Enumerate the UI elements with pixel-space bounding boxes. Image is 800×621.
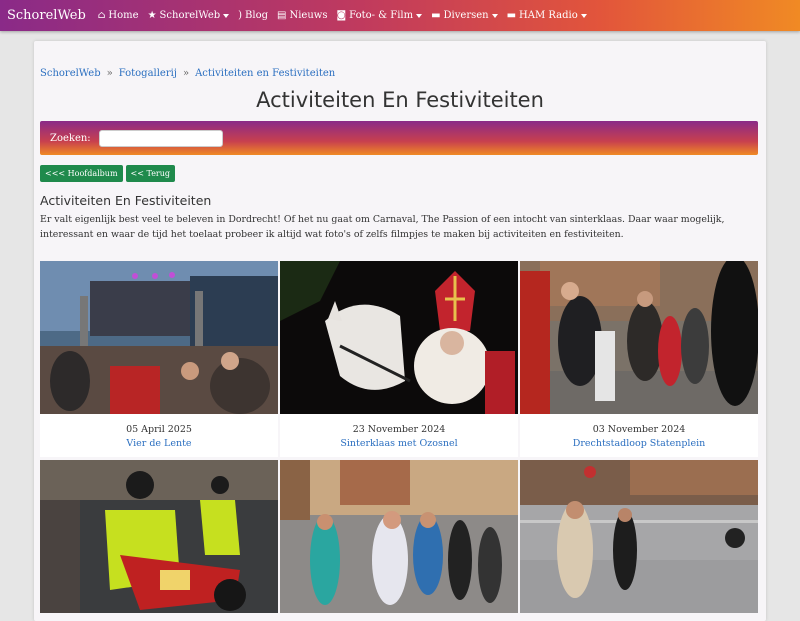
breadcrumb-item-gallery[interactable]: Fotogallerij — [119, 68, 177, 79]
album-card[interactable] — [520, 460, 758, 613]
caret-down-icon — [223, 13, 230, 18]
caret-down-icon — [580, 13, 587, 18]
album-card[interactable]: 03 November 2024 Drechtstadloop Statenpl… — [520, 261, 758, 457]
section-title: Activiteiten En Festiviteiten — [40, 193, 212, 208]
album-title-link[interactable]: Vier de Lente — [40, 438, 278, 449]
album-card-body: 03 November 2024 Drechtstadloop Statenpl… — [520, 414, 758, 457]
album-thumbnail[interactable] — [280, 261, 518, 414]
page-title: Activiteiten En Festiviteiten — [256, 88, 544, 112]
album-card[interactable]: 05 April 2025 Vier de Lente — [40, 261, 278, 457]
nav-diversen-label: Diversen — [443, 10, 489, 21]
album-card[interactable]: 23 November 2024 Sinterklaas met Ozosnel — [280, 261, 518, 457]
nav-blog[interactable]: ) Blog — [238, 10, 268, 21]
album-thumbnail[interactable] — [520, 460, 758, 613]
caret-down-icon — [491, 13, 498, 18]
nav-ham-radio-label: HAM Radio — [519, 10, 578, 21]
nav-foto-film-label: Foto- & Film — [349, 10, 414, 21]
nav-blog-label: Blog — [245, 10, 269, 21]
star-icon: ★ — [147, 10, 157, 21]
rss-icon: ) — [238, 10, 243, 21]
album-date: 23 November 2024 — [352, 424, 446, 435]
nav-home-label: Home — [108, 10, 139, 21]
folder-icon: ▬ — [431, 10, 441, 21]
camera-icon: ◙ — [336, 10, 347, 21]
search-bar: Zoeken: — [40, 121, 758, 155]
album-title-link[interactable]: Sinterklaas met Ozosnel — [280, 438, 518, 449]
folder-icon: ▬ — [506, 10, 517, 21]
main-container: SchorelWeb » Fotogallerij » Activiteiten en … — [34, 41, 766, 621]
album-card-body: 23 November 2024 Sinterklaas met Ozosnel — [280, 414, 518, 457]
album-date: 03 November 2024 — [592, 424, 686, 435]
album-date: 05 April 2025 — [126, 424, 192, 435]
search-input[interactable] — [98, 129, 223, 147]
back-button[interactable]: << Terug — [125, 165, 176, 182]
nav-nieuws[interactable]: ▤ Nieuws — [277, 10, 327, 21]
nav-schorelweb[interactable]: ★ SchorelWeb — [148, 10, 230, 21]
album-card-body: 05 April 2025 Vier de Lente — [40, 414, 278, 457]
album-thumbnail[interactable] — [520, 261, 758, 414]
album-card[interactable] — [280, 460, 518, 613]
album-title-link[interactable]: Drechtstadloop Statenplein — [520, 438, 758, 449]
album-thumbnail[interactable] — [40, 261, 278, 414]
breadcrumb-separator: » — [106, 68, 113, 79]
nav-nieuws-label: Nieuws — [289, 10, 328, 21]
nav-schorelweb-label: SchorelWeb — [159, 10, 221, 21]
nav-ham-radio[interactable]: ▬ HAM Radio — [507, 10, 587, 21]
breadcrumb: SchorelWeb » Fotogallerij » Activiteiten en … — [40, 68, 335, 79]
album-card[interactable] — [40, 460, 278, 613]
nav-foto-film[interactable]: ◙ Foto- & Film — [336, 10, 423, 21]
nav-home[interactable]: ⌂ Home — [98, 10, 139, 21]
home-icon: ⌂ — [97, 10, 106, 21]
caret-down-icon — [416, 13, 423, 18]
breadcrumb-separator: » — [182, 68, 190, 79]
section-description: Er valt eigenlijk best veel te beleven i… — [40, 214, 725, 240]
breadcrumb-item-home[interactable]: SchorelWeb — [40, 68, 101, 79]
top-navbar: SchorelWeb ⌂ Home ★ SchorelWeb ) Blog ▤ Nieu… — [0, 0, 800, 31]
breadcrumb-item-current[interactable]: Activiteiten en Festiviteiten — [195, 68, 335, 79]
nav-diversen[interactable]: ▬ Diversen — [431, 10, 498, 21]
main-album-button[interactable]: <<< Hoofdalbum — [40, 165, 123, 182]
album-thumbnail[interactable] — [280, 460, 518, 613]
newspaper-icon: ▤ — [277, 10, 287, 21]
search-label: Zoeken: — [50, 132, 91, 144]
brand-link[interactable]: SchorelWeb — [7, 8, 86, 23]
album-thumbnail[interactable] — [40, 460, 278, 613]
button-row: <<< Hoofdalbum << Terug — [40, 165, 176, 182]
